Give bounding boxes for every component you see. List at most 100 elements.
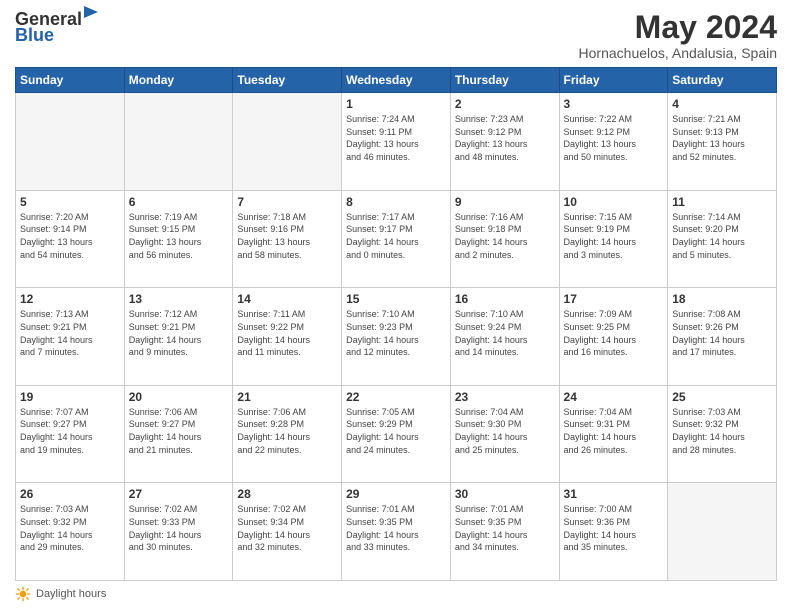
day-info: Sunrise: 7:17 AM Sunset: 9:17 PM Dayligh… <box>346 211 446 261</box>
day-info: Sunrise: 7:06 AM Sunset: 9:28 PM Dayligh… <box>237 406 337 456</box>
day-info: Sunrise: 7:14 AM Sunset: 9:20 PM Dayligh… <box>672 211 772 261</box>
table-row: 17Sunrise: 7:09 AM Sunset: 9:25 PM Dayli… <box>559 288 668 386</box>
day-number: 6 <box>129 195 229 209</box>
table-row: 14Sunrise: 7:11 AM Sunset: 9:22 PM Dayli… <box>233 288 342 386</box>
col-sunday: Sunday <box>16 68 125 93</box>
day-number: 26 <box>20 487 120 501</box>
logo-blue: Blue <box>15 26 98 44</box>
day-info: Sunrise: 7:04 AM Sunset: 9:30 PM Dayligh… <box>455 406 555 456</box>
title-block: May 2024 Hornachuelos, Andalusia, Spain <box>579 10 777 61</box>
header: General Blue May 2024 Hornachuelos, Anda… <box>15 10 777 61</box>
day-info: Sunrise: 7:16 AM Sunset: 9:18 PM Dayligh… <box>455 211 555 261</box>
table-row: 23 Sunrise: 7:04 AM Sunset: 9:30 PM Dayli… <box>450 385 559 483</box>
table-row: 12 Sunrise: 7:13 AM Sunset: 9:21 PM Dayli… <box>16 288 125 386</box>
day-info: Sunrise: 7:10 AM Sunset: 9:23 PM Dayligh… <box>346 308 446 358</box>
day-info: Sunrise: 7:09 AM Sunset: 9:25 PM Dayligh… <box>564 308 664 358</box>
table-row: 21 Sunrise: 7:06 AM Sunset: 9:28 PM Dayli… <box>233 385 342 483</box>
calendar-week-row: 5Sunrise: 7:20 AM Sunset: 9:14 PM Daylig… <box>16 190 777 288</box>
location: Hornachuelos, Andalusia, Spain <box>579 45 777 61</box>
table-row <box>16 93 125 191</box>
day-number: 2 <box>455 97 555 111</box>
day-info: Sunrise: 7:18 AM Sunset: 9:16 PM Dayligh… <box>237 211 337 261</box>
daylight-hours-label: Daylight hours <box>36 588 106 600</box>
day-number: 16 <box>455 292 555 306</box>
day-number: 19 <box>20 390 120 404</box>
page: General Blue May 2024 Hornachuelos, Anda… <box>0 0 792 612</box>
day-info: Sunrise: 7:20 AM Sunset: 9:14 PM Dayligh… <box>20 211 120 261</box>
table-row: 1 Sunrise: 7:24 AM Sunset: 9:11 PM Daylig… <box>342 93 451 191</box>
table-row: 11 Sunrise: 7:14 AM Sunset: 9:20 PM Dayli… <box>668 190 777 288</box>
table-row: 6 Sunrise: 7:19 AM Sunset: 9:15 PM Daylig… <box>124 190 233 288</box>
day-info: Sunrise: 7:19 AM Sunset: 9:15 PM Dayligh… <box>129 211 229 261</box>
day-info: Sunrise: 7:03 AM Sunset: 9:32 PM Dayligh… <box>20 503 120 553</box>
table-row: 30 Sunrise: 7:01 AM Sunset: 9:35 PM Dayli… <box>450 483 559 581</box>
table-row: 5Sunrise: 7:20 AM Sunset: 9:14 PM Daylig… <box>16 190 125 288</box>
col-tuesday: Tuesday <box>233 68 342 93</box>
table-row <box>668 483 777 581</box>
table-row: 9Sunrise: 7:16 AM Sunset: 9:18 PM Daylig… <box>450 190 559 288</box>
table-row: 19 Sunrise: 7:07 AM Sunset: 9:27 PM Dayli… <box>16 385 125 483</box>
day-info: Sunrise: 7:24 AM Sunset: 9:11 PM Dayligh… <box>346 113 446 163</box>
day-info: Sunrise: 7:01 AM Sunset: 9:35 PM Dayligh… <box>455 503 555 553</box>
table-row: 3 Sunrise: 7:22 AM Sunset: 9:12 PM Daylig… <box>559 93 668 191</box>
calendar-week-row: 19 Sunrise: 7:07 AM Sunset: 9:27 PM Dayli… <box>16 385 777 483</box>
table-row: 2Sunrise: 7:23 AM Sunset: 9:12 PM Daylig… <box>450 93 559 191</box>
day-info: Sunrise: 7:08 AM Sunset: 9:26 PM Dayligh… <box>672 308 772 358</box>
day-number: 31 <box>564 487 664 501</box>
day-number: 4 <box>672 97 772 111</box>
day-info: Sunrise: 7:00 AM Sunset: 9:36 PM Dayligh… <box>564 503 664 553</box>
day-number: 14 <box>237 292 337 306</box>
day-info: Sunrise: 7:05 AM Sunset: 9:29 PM Dayligh… <box>346 406 446 456</box>
logo: General Blue <box>15 10 98 44</box>
day-info: Sunrise: 7:13 AM Sunset: 9:21 PM Dayligh… <box>20 308 120 358</box>
col-saturday: Saturday <box>668 68 777 93</box>
footer-note: Daylight hours <box>15 586 777 602</box>
day-number: 13 <box>129 292 229 306</box>
day-info: Sunrise: 7:10 AM Sunset: 9:24 PM Dayligh… <box>455 308 555 358</box>
day-number: 12 <box>20 292 120 306</box>
table-row: 7 Sunrise: 7:18 AM Sunset: 9:16 PM Daylig… <box>233 190 342 288</box>
table-row: 13 Sunrise: 7:12 AM Sunset: 9:21 PM Dayli… <box>124 288 233 386</box>
day-number: 27 <box>129 487 229 501</box>
day-number: 25 <box>672 390 772 404</box>
col-friday: Friday <box>559 68 668 93</box>
table-row: 4Sunrise: 7:21 AM Sunset: 9:13 PM Daylig… <box>668 93 777 191</box>
calendar-table: Sunday Monday Tuesday Wednesday Thursday… <box>15 67 777 581</box>
table-row: 18 Sunrise: 7:08 AM Sunset: 9:26 PM Dayli… <box>668 288 777 386</box>
day-number: 23 <box>455 390 555 404</box>
day-number: 20 <box>129 390 229 404</box>
day-info: Sunrise: 7:22 AM Sunset: 9:12 PM Dayligh… <box>564 113 664 163</box>
day-info: Sunrise: 7:07 AM Sunset: 9:27 PM Dayligh… <box>20 406 120 456</box>
day-number: 18 <box>672 292 772 306</box>
table-row: 16 Sunrise: 7:10 AM Sunset: 9:24 PM Dayli… <box>450 288 559 386</box>
day-number: 1 <box>346 97 446 111</box>
day-number: 8 <box>346 195 446 209</box>
day-number: 11 <box>672 195 772 209</box>
table-row: 8 Sunrise: 7:17 AM Sunset: 9:17 PM Daylig… <box>342 190 451 288</box>
day-info: Sunrise: 7:02 AM Sunset: 9:34 PM Dayligh… <box>237 503 337 553</box>
day-number: 3 <box>564 97 664 111</box>
day-info: Sunrise: 7:03 AM Sunset: 9:32 PM Dayligh… <box>672 406 772 456</box>
day-number: 28 <box>237 487 337 501</box>
col-monday: Monday <box>124 68 233 93</box>
day-number: 10 <box>564 195 664 209</box>
day-info: Sunrise: 7:01 AM Sunset: 9:35 PM Dayligh… <box>346 503 446 553</box>
day-number: 15 <box>346 292 446 306</box>
col-thursday: Thursday <box>450 68 559 93</box>
day-number: 22 <box>346 390 446 404</box>
table-row: 26 Sunrise: 7:03 AM Sunset: 9:32 PM Dayli… <box>16 483 125 581</box>
day-number: 21 <box>237 390 337 404</box>
day-info: Sunrise: 7:15 AM Sunset: 9:19 PM Dayligh… <box>564 211 664 261</box>
day-number: 30 <box>455 487 555 501</box>
day-info: Sunrise: 7:12 AM Sunset: 9:21 PM Dayligh… <box>129 308 229 358</box>
table-row: 24Sunrise: 7:04 AM Sunset: 9:31 PM Dayli… <box>559 385 668 483</box>
day-number: 24 <box>564 390 664 404</box>
logo-flag-icon <box>84 6 98 28</box>
calendar-week-row: 26 Sunrise: 7:03 AM Sunset: 9:32 PM Dayli… <box>16 483 777 581</box>
table-row <box>233 93 342 191</box>
day-info: Sunrise: 7:06 AM Sunset: 9:27 PM Dayligh… <box>129 406 229 456</box>
table-row: 28 Sunrise: 7:02 AM Sunset: 9:34 PM Dayli… <box>233 483 342 581</box>
day-number: 7 <box>237 195 337 209</box>
calendar-header-row: Sunday Monday Tuesday Wednesday Thursday… <box>16 68 777 93</box>
table-row: 22 Sunrise: 7:05 AM Sunset: 9:29 PM Dayli… <box>342 385 451 483</box>
